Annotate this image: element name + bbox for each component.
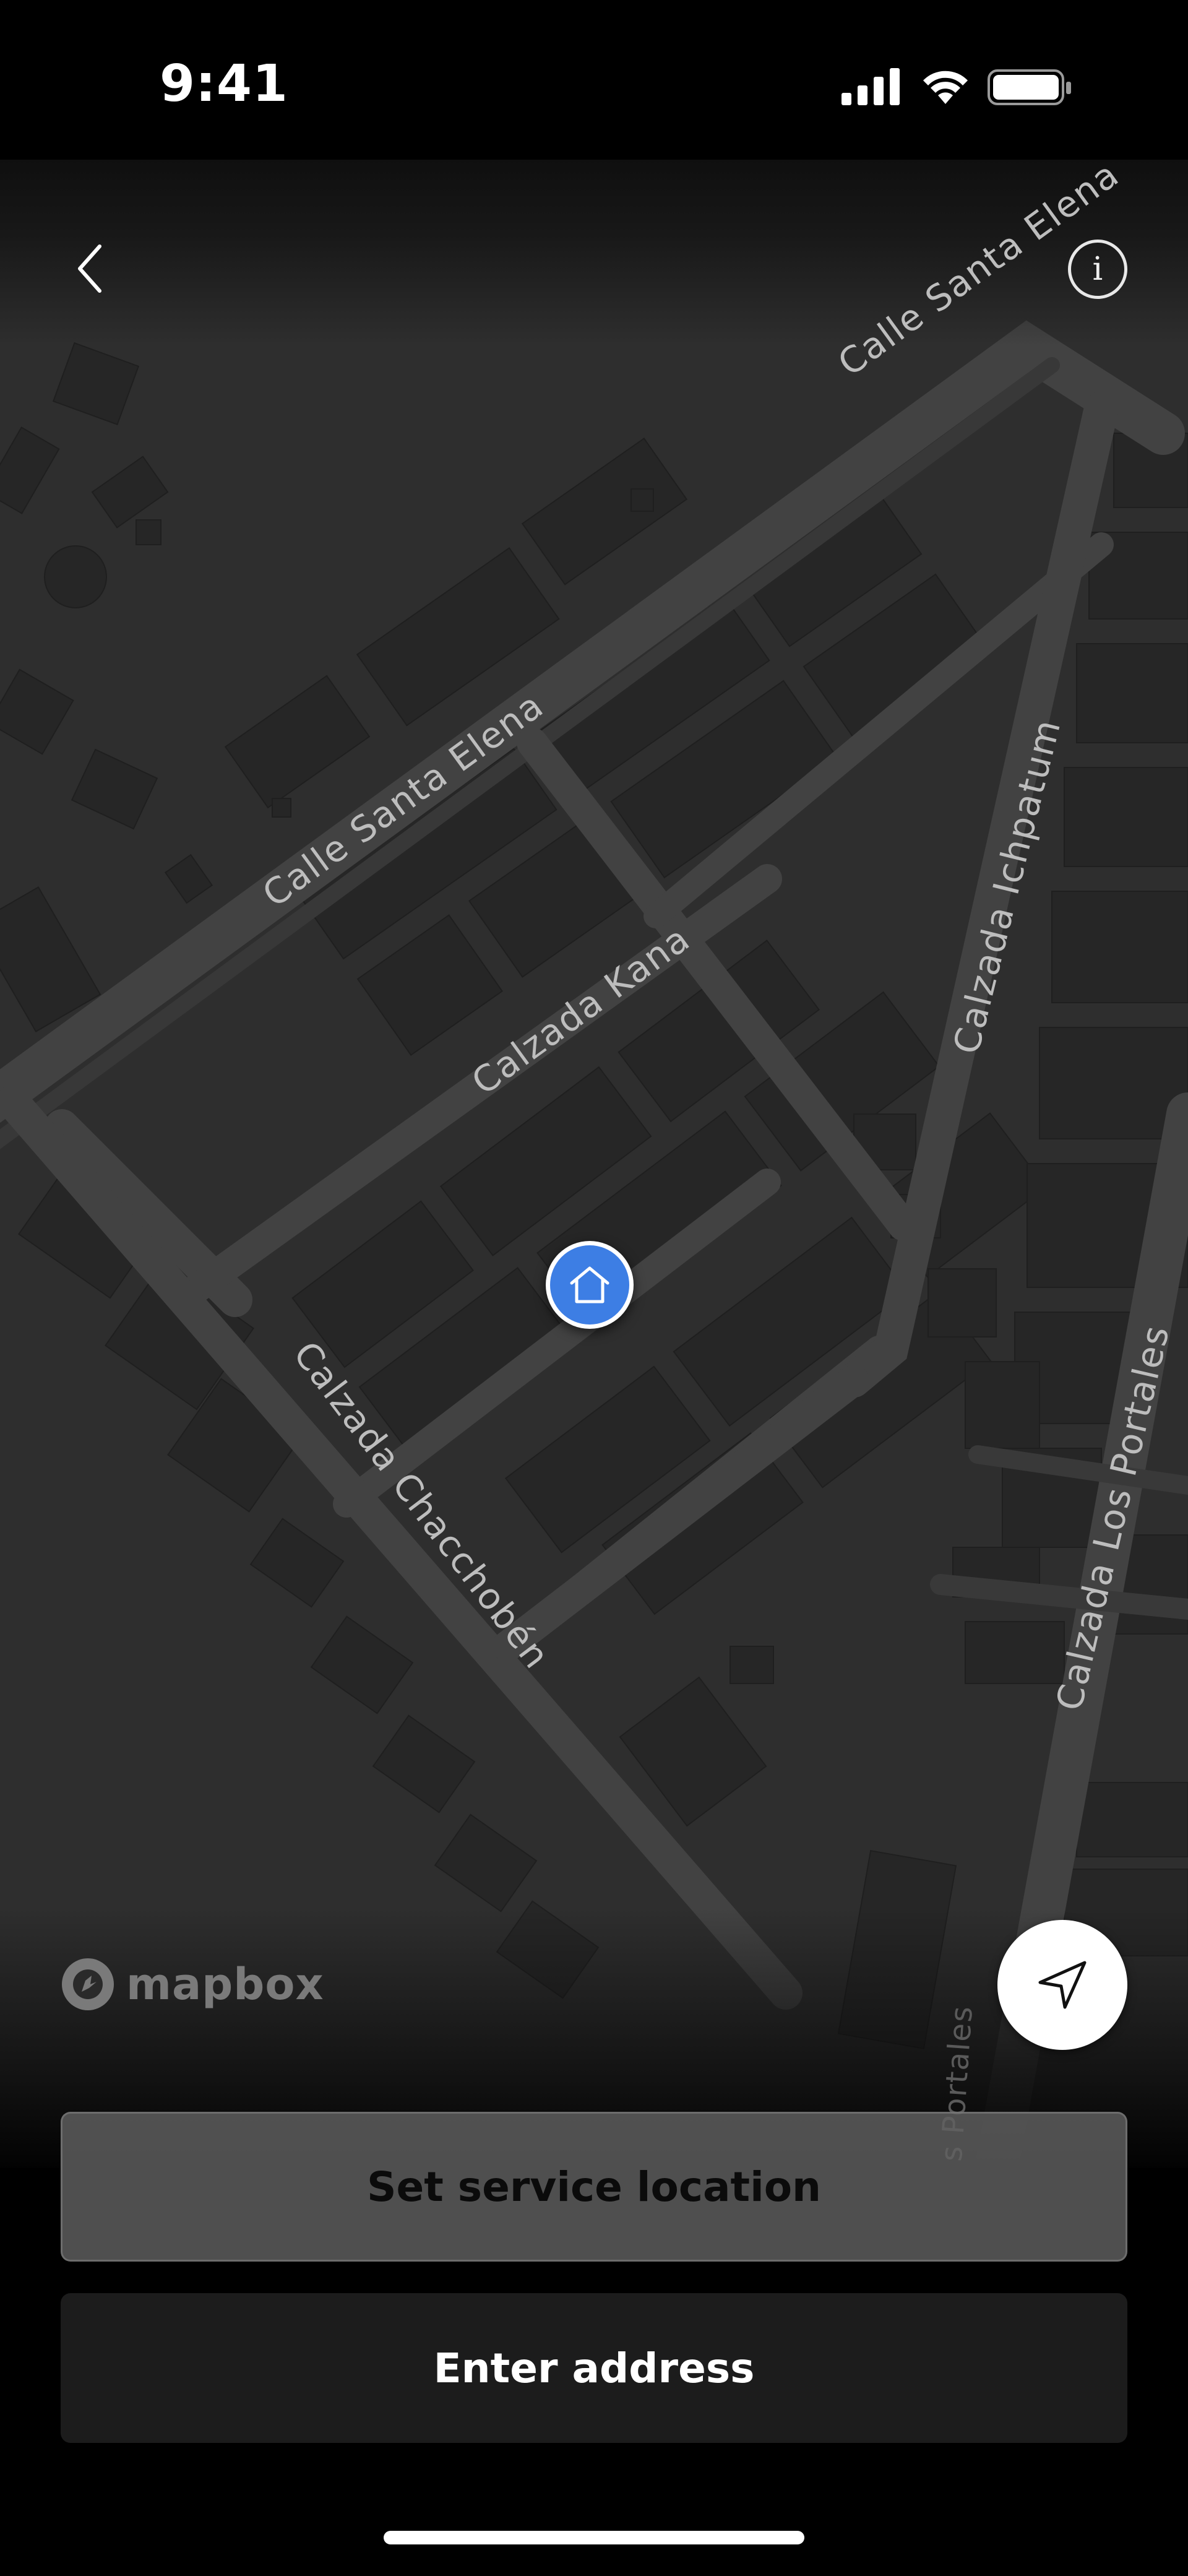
info-button[interactable]: i [1068,240,1127,299]
mapbox-wordmark: mapbox [126,1959,324,2010]
home-indicator[interactable] [384,2531,804,2544]
chevron-left-icon [78,244,101,293]
info-icon: i [1092,251,1103,288]
set-service-location-button[interactable]: Set service location [61,2112,1127,2262]
mapbox-mark-icon [62,1958,114,2010]
status-time: 9:41 [160,54,288,113]
cellular-signal-icon [842,68,900,105]
battery-icon [988,69,1071,105]
back-button[interactable] [64,236,116,301]
current-location-button[interactable] [997,1920,1127,2050]
home-icon [570,1266,609,1303]
status-bar: 9:41 [0,0,1188,160]
home-location-pin[interactable] [546,1241,634,1329]
navigation-arrow-icon [1038,1961,1087,2009]
wifi-icon [923,71,968,104]
mapbox-logo[interactable]: mapbox [61,1956,324,2013]
enter-address-button[interactable]: Enter address [61,2293,1127,2443]
map-view[interactable]: Calle Santa Elena Calle Santa Elena Calz… [0,160,1188,2168]
map-tiles [0,160,1188,2168]
status-icons [842,68,1071,105]
